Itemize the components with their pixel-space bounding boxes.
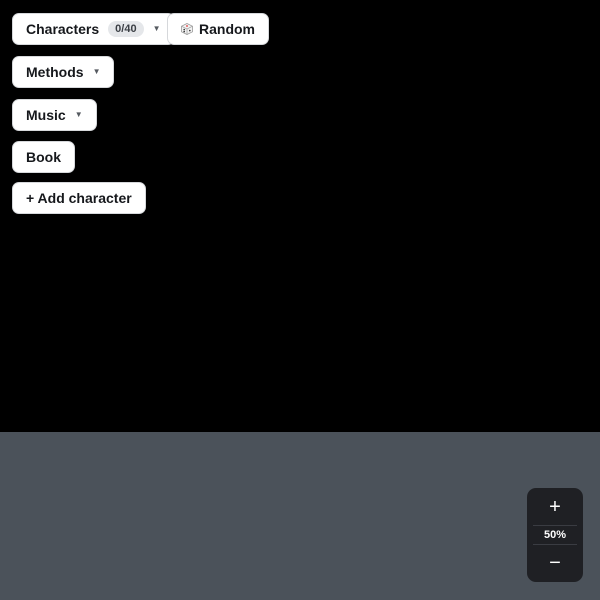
zoom-in-button[interactable]: + bbox=[527, 488, 583, 525]
chevron-down-icon: ▼ bbox=[92, 67, 101, 76]
chevron-down-icon: ▼ bbox=[152, 24, 161, 33]
dice-icon bbox=[181, 23, 193, 35]
methods-dropdown[interactable]: Methods ▼ bbox=[12, 56, 115, 88]
random-button[interactable]: Random bbox=[167, 13, 269, 45]
zoom-control: + 50% − bbox=[527, 488, 583, 582]
methods-label: Methods bbox=[26, 64, 84, 80]
ground-area[interactable] bbox=[0, 432, 600, 600]
app-canvas: Characters 0/40 ▼ Random Methods ▼ Music… bbox=[0, 0, 600, 600]
chevron-down-icon: ▼ bbox=[74, 110, 83, 119]
random-label: Random bbox=[199, 21, 255, 37]
book-button[interactable]: Book bbox=[12, 141, 75, 173]
add-character-button[interactable]: + Add character bbox=[12, 182, 146, 214]
characters-count-badge: 0/40 bbox=[108, 21, 144, 37]
zoom-level-readout: 50% bbox=[533, 525, 577, 545]
characters-dropdown[interactable]: Characters 0/40 ▼ bbox=[12, 13, 175, 45]
music-label: Music bbox=[26, 107, 66, 123]
characters-label: Characters bbox=[26, 21, 100, 37]
add-character-label: + Add character bbox=[26, 190, 132, 206]
music-dropdown[interactable]: Music ▼ bbox=[12, 99, 97, 131]
zoom-out-button[interactable]: − bbox=[527, 545, 583, 582]
book-label: Book bbox=[26, 149, 61, 165]
